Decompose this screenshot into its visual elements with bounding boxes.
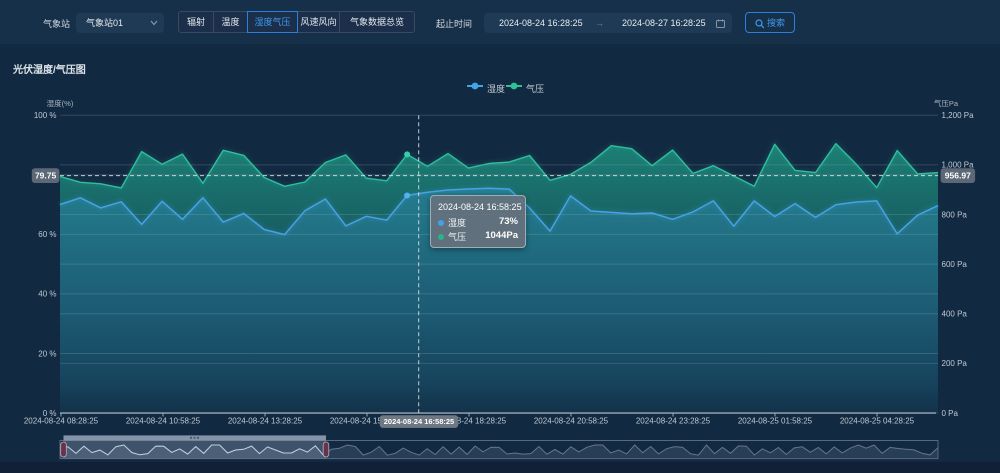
svg-text:956.97: 956.97 xyxy=(945,171,971,181)
svg-text:2024-08-24 20:58:25: 2024-08-24 20:58:25 xyxy=(534,416,609,425)
svg-text:2024-08-25 04:28:25: 2024-08-25 04:28:25 xyxy=(840,416,915,425)
svg-text:60 %: 60 % xyxy=(38,230,56,239)
svg-text:2024-08-24 16:58:25: 2024-08-24 16:58:25 xyxy=(384,417,454,426)
svg-text:1,200 Pa: 1,200 Pa xyxy=(942,111,975,120)
svg-text:湿度(%): 湿度(%) xyxy=(47,98,74,108)
svg-text:200 Pa: 200 Pa xyxy=(942,359,968,368)
svg-text:100 %: 100 % xyxy=(34,111,57,120)
svg-text:2024-08-24 23:28:25: 2024-08-24 23:28:25 xyxy=(636,416,711,425)
svg-text:20 %: 20 % xyxy=(38,349,56,358)
svg-text:40 %: 40 % xyxy=(38,290,56,299)
svg-text:2024-08-25 01:58:25: 2024-08-25 01:58:25 xyxy=(738,416,813,425)
svg-text:79.75: 79.75 xyxy=(35,171,57,181)
svg-text:气压Pa: 气压Pa xyxy=(934,98,959,108)
svg-text:2024-08-24 13:28:25: 2024-08-24 13:28:25 xyxy=(228,416,303,425)
svg-text:400 Pa: 400 Pa xyxy=(942,310,968,319)
svg-text:0 Pa: 0 Pa xyxy=(942,409,959,418)
svg-text:2024-08-24 08:28:25: 2024-08-24 08:28:25 xyxy=(24,416,99,425)
svg-text:800 Pa: 800 Pa xyxy=(942,210,968,219)
svg-text:2024-08-24 10:58:25: 2024-08-24 10:58:25 xyxy=(126,416,201,425)
svg-text:600 Pa: 600 Pa xyxy=(942,260,968,269)
